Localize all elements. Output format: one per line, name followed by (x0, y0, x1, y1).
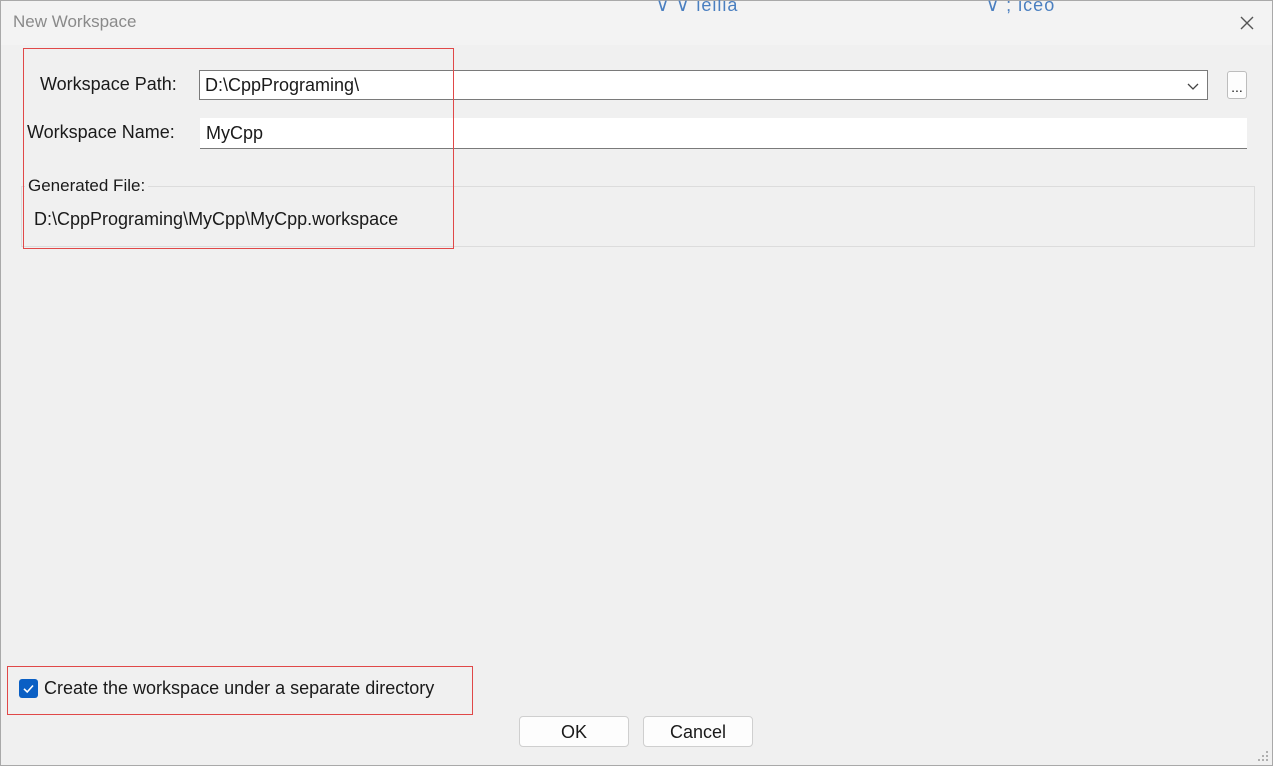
close-button[interactable] (1232, 9, 1262, 37)
dialog-title: New Workspace (13, 12, 137, 31)
title-bar: New Workspace ∨ ∨ ieilia ∨ ; iceo (1, 0, 1272, 45)
separate-directory-option[interactable]: Create the workspace under a separate di… (19, 677, 434, 699)
checkmark-icon (23, 684, 34, 693)
cancel-button[interactable]: Cancel (643, 716, 753, 747)
new-workspace-dialog: New Workspace ∨ ∨ ieilia ∨ ; iceo Worksp… (0, 0, 1273, 766)
chevron-down-icon[interactable] (1185, 78, 1201, 94)
separate-directory-label: Create the workspace under a separate di… (44, 677, 435, 698)
background-text-fragment: ∨ ; iceo (986, 0, 1056, 15)
close-icon (1240, 16, 1254, 30)
separate-directory-checkbox[interactable] (19, 678, 38, 698)
background-text-fragment: ∨ ∨ ieilia (656, 0, 739, 15)
browse-button[interactable]: ... (1227, 71, 1247, 99)
resize-grip-icon[interactable] (1257, 750, 1269, 762)
annotation-box-form (23, 48, 454, 249)
ok-button[interactable]: OK (519, 716, 629, 747)
